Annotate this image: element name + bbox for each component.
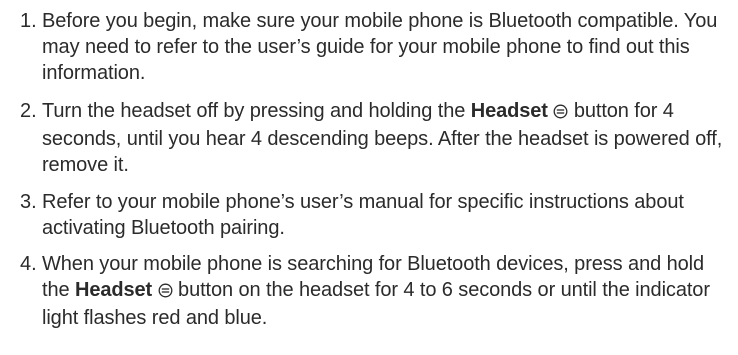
headset-button-label: Headset bbox=[470, 100, 548, 122]
headset-button-label: Headset bbox=[74, 279, 153, 301]
step-number: 3. bbox=[20, 191, 37, 213]
step-3-text: Refer to your mobile phone’s user’s manu… bbox=[42, 191, 684, 239]
step-1-text: Before you begin, make sure your mobile … bbox=[42, 10, 718, 84]
instruction-document: 1. Before you begin, make sure your mobi… bbox=[0, 0, 738, 355]
step-text: Refer to your mobile phone’s user’s manu… bbox=[42, 189, 732, 241]
step-text: Turn the headset off by pressing and hol… bbox=[42, 98, 732, 178]
headset-button-icon bbox=[158, 279, 173, 305]
step-2-text-before: Turn the headset off by pressing and hol… bbox=[42, 100, 466, 122]
step-text: Before you begin, make sure your mobile … bbox=[42, 8, 732, 86]
step-number: 4. bbox=[20, 253, 37, 275]
step-text: When your mobile phone is searching for … bbox=[42, 251, 732, 331]
step-number: 1. bbox=[20, 10, 37, 32]
headset-button-icon bbox=[553, 100, 568, 126]
step-number: 2. bbox=[20, 100, 37, 122]
